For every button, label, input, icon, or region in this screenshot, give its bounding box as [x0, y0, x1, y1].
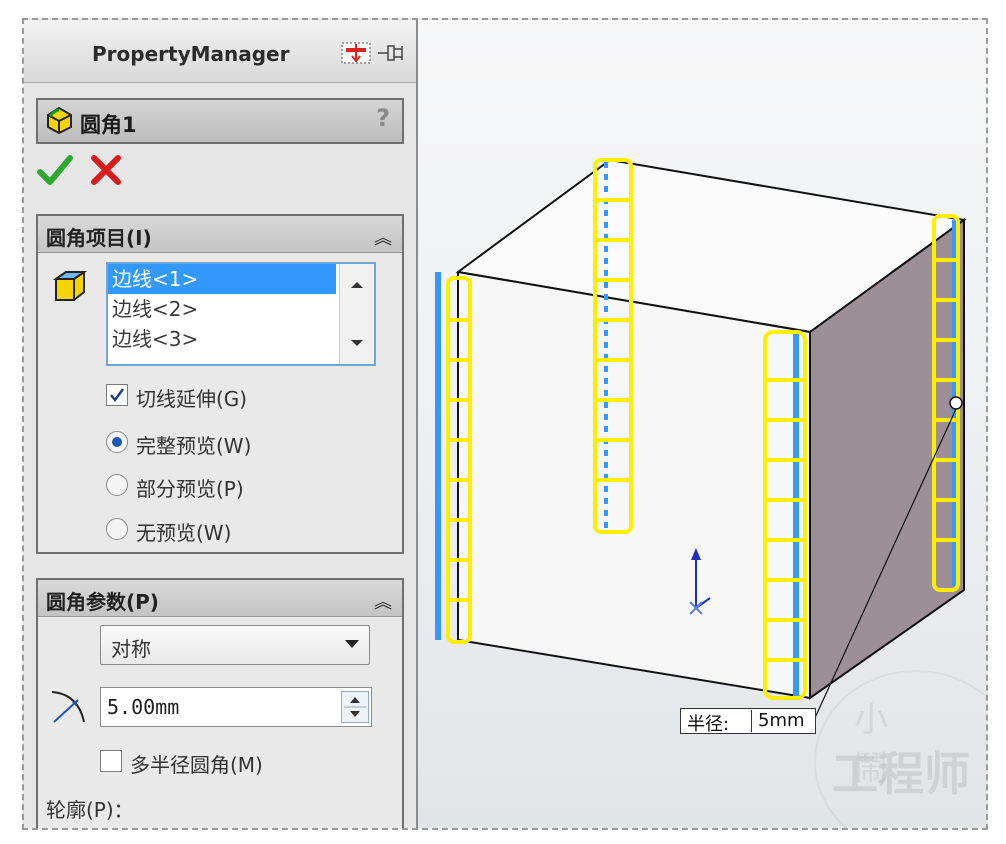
no-preview-radio[interactable]: [106, 518, 128, 540]
watermark-text: 工程师: [832, 747, 970, 801]
list-scrollbar[interactable]: [339, 264, 374, 364]
edge-selection-list[interactable]: 边线<1> 边线<2> 边线<3>: [106, 262, 376, 366]
edge-selection-icon: [52, 268, 88, 308]
ok-button[interactable]: [36, 150, 76, 190]
profile-label: 轮廓(P)：: [46, 798, 134, 822]
chevron-down-icon: [345, 640, 359, 648]
callout-anchor: [949, 396, 963, 410]
tangent-propagation-label: 切线延伸(G): [136, 387, 248, 411]
property-manager-panel: PropertyManager 圆角1 ? 圆角项目(I) ︽ 边线<1> 边线…: [24, 20, 418, 828]
fillet-feature-icon: [44, 105, 74, 139]
radius-callout-label: 半径:: [687, 714, 730, 735]
radius-callout-value[interactable]: 5mm: [751, 710, 805, 732]
property-manager-title: PropertyManager: [92, 42, 290, 66]
multi-radius-label: 多半径圆角(M): [130, 753, 263, 777]
x-icon: [91, 155, 121, 185]
help-icon[interactable]: ?: [376, 104, 390, 132]
no-preview-label: 无预览(W): [136, 521, 232, 545]
full-preview-label: 完整预览(W): [136, 434, 252, 458]
collapse-icon[interactable]: ︽: [374, 224, 392, 250]
feature-title-bar: 圆角1 ?: [36, 98, 404, 144]
radius-stepper[interactable]: [341, 691, 369, 723]
collapse-icon[interactable]: ︽: [374, 588, 392, 614]
front-face: [457, 270, 811, 700]
list-item[interactable]: 边线<1>: [108, 264, 336, 294]
fillet-items-title: 圆角项目(I): [46, 226, 152, 250]
screenshot-frame: PropertyManager 圆角1 ? 圆角项目(I) ︽ 边线<1> 边线…: [22, 18, 988, 830]
tangent-propagation-checkbox[interactable]: [106, 384, 128, 406]
fillet-method-value: 对称: [111, 637, 151, 661]
cancel-button[interactable]: [86, 150, 126, 190]
radius-field[interactable]: [100, 687, 372, 727]
fillet-items-group: 圆角项目(I) ︽ 边线<1> 边线<2> 边线<3> 切线延伸(G) 完整预览…: [36, 214, 404, 554]
full-preview-radio[interactable]: [106, 431, 128, 453]
partial-preview-radio[interactable]: [106, 474, 128, 496]
feature-name: 圆角1: [80, 113, 137, 137]
fillet-items-header[interactable]: 圆角项目(I) ︽: [38, 216, 402, 253]
property-manager-header: PropertyManager: [24, 20, 416, 83]
partial-preview-label: 部分预览(P): [136, 477, 244, 501]
multi-radius-checkbox[interactable]: [100, 750, 122, 772]
list-item[interactable]: 边线<2>: [108, 294, 374, 324]
fillet-method-dropdown[interactable]: 对称: [100, 625, 370, 665]
fillet-params-header[interactable]: 圆角参数(P) ︽: [38, 580, 402, 617]
check-icon: [37, 155, 73, 185]
fillet-params-title: 圆角参数(P): [46, 590, 159, 614]
radius-input[interactable]: [105, 693, 339, 721]
radius-icon: [48, 686, 90, 730]
list-item[interactable]: 边线<3>: [108, 324, 374, 354]
fillet-params-group: 圆角参数(P) ︽ 对称 5.00mm 多半径圆角(M) 轮廓(P)：: [36, 578, 404, 828]
radius-callout[interactable]: 半径: 5mm: [680, 708, 816, 735]
pin-icon[interactable]: [340, 40, 410, 66]
